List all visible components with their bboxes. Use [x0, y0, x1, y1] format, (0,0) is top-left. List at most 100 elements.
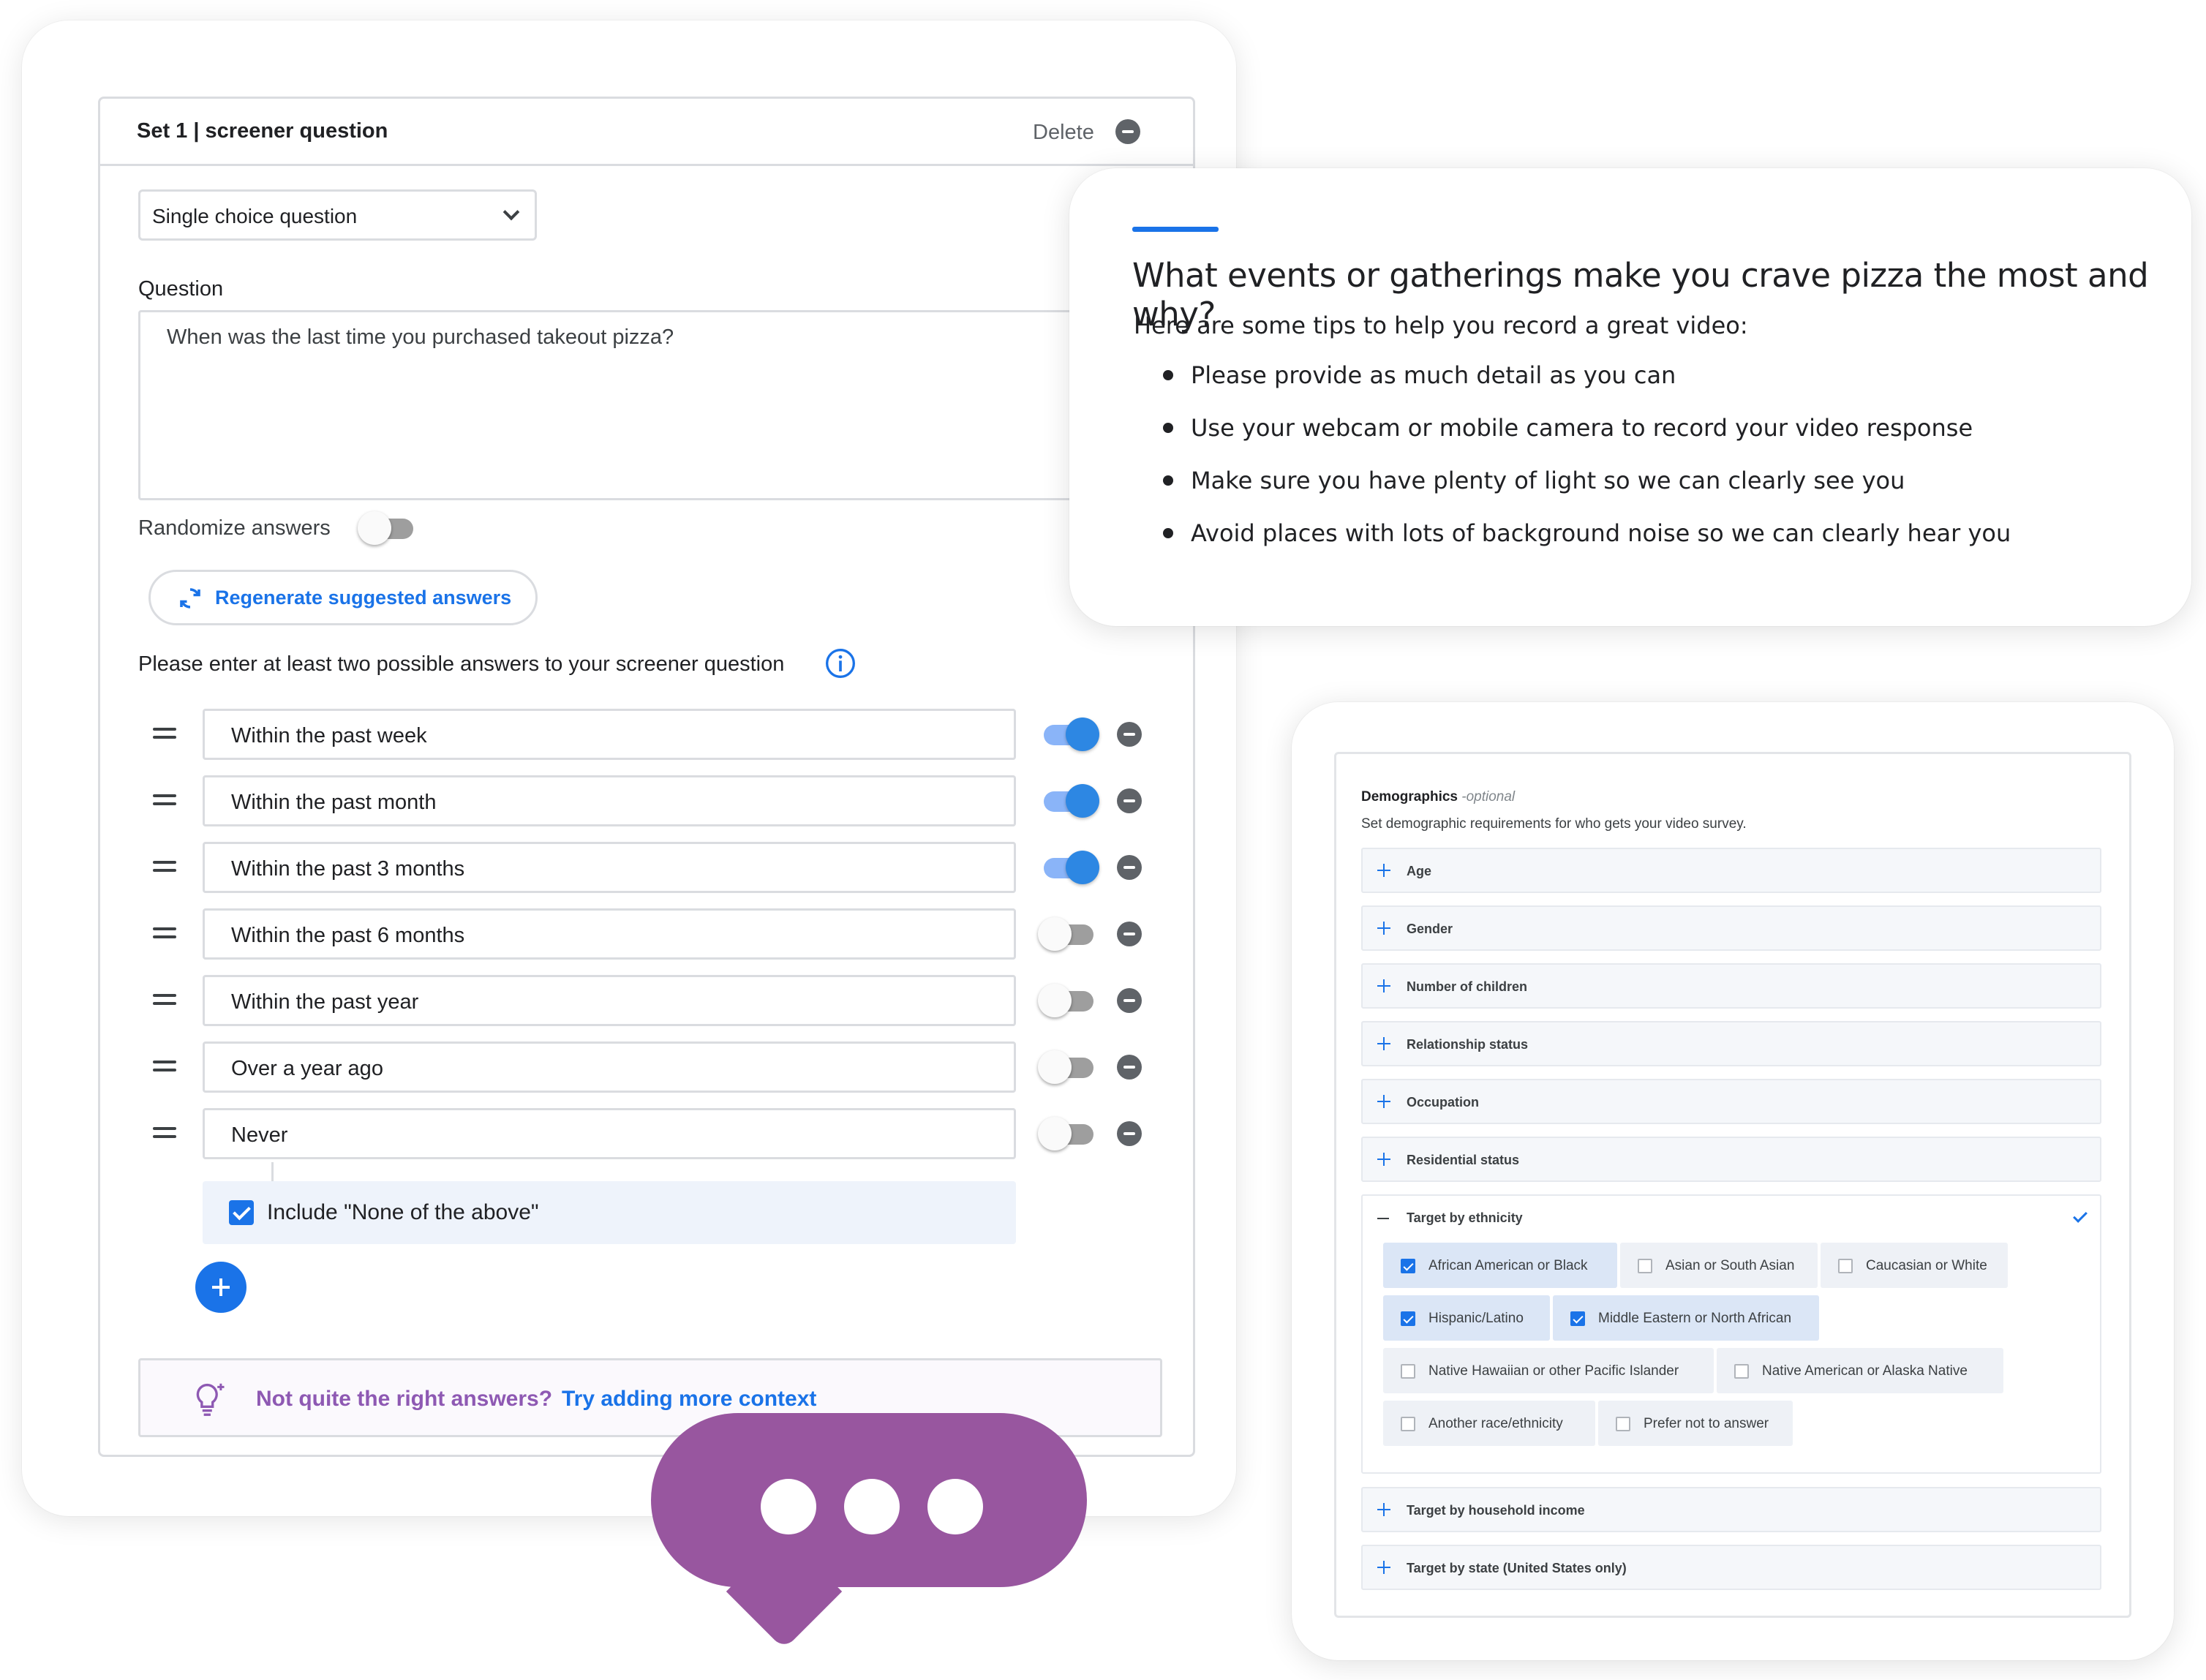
- drag-handle-icon[interactable]: [153, 1061, 176, 1072]
- screener-card: Set 1 | screener question Delete Single …: [22, 20, 1236, 1516]
- section-state[interactable]: Target by state (United States only): [1361, 1545, 2101, 1590]
- regenerate-answers-button[interactable]: Regenerate suggested answers: [148, 570, 538, 625]
- plus-icon: [1377, 864, 1390, 877]
- answer-toggle[interactable]: [1038, 1049, 1099, 1085]
- plus-icon: [1377, 1153, 1390, 1166]
- ethnicity-option[interactable]: Caucasian or White: [1821, 1243, 2008, 1288]
- section-label[interactable]: Target by ethnicity: [1407, 1210, 1523, 1226]
- ethnicity-option[interactable]: Native Hawaiian or other Pacific Islande…: [1383, 1348, 1714, 1393]
- option-label: Prefer not to answer: [1644, 1416, 1769, 1431]
- info-icon[interactable]: [824, 647, 857, 679]
- collapse-icon[interactable]: [1377, 1218, 1389, 1219]
- answers-instruction: Please enter at least two possible answe…: [138, 652, 785, 676]
- section-label: Target by state (United States only): [1407, 1561, 1627, 1575]
- option-checkbox[interactable]: [1734, 1364, 1749, 1379]
- demographics-subtitle: Set demographic requirements for who get…: [1361, 816, 1747, 832]
- typing-dot: [844, 1479, 900, 1534]
- ethnicity-option[interactable]: Native American or Alaska Native: [1717, 1348, 2003, 1393]
- remove-answer-icon[interactable]: [1117, 1055, 1142, 1080]
- option-checkbox[interactable]: [1401, 1417, 1415, 1431]
- remove-answer-icon[interactable]: [1117, 722, 1142, 747]
- section-number-of-children[interactable]: Number of children: [1361, 963, 2101, 1009]
- option-label: Native American or Alaska Native: [1762, 1363, 1968, 1379]
- answer-toggle[interactable]: [1038, 916, 1099, 952]
- answer-toggle[interactable]: [1038, 1115, 1099, 1152]
- randomize-toggle[interactable]: [358, 510, 419, 546]
- refresh-icon: [180, 588, 200, 609]
- drag-handle-icon[interactable]: [153, 728, 176, 739]
- demographics-panel: Demographics -optional Set demographic r…: [1334, 752, 2131, 1618]
- regenerate-label: Regenerate suggested answers: [215, 587, 512, 609]
- remove-answer-icon[interactable]: [1117, 922, 1142, 946]
- remove-answer-icon[interactable]: [1117, 1121, 1142, 1146]
- answer-input[interactable]: Never: [203, 1108, 1016, 1159]
- answer-toggle[interactable]: [1038, 783, 1099, 819]
- tip-item: Please provide as much detail as you can: [1191, 361, 1676, 389]
- drag-handle-icon[interactable]: [153, 794, 176, 806]
- answer-toggle[interactable]: [1038, 982, 1099, 1019]
- none-of-above-option[interactable]: Include "None of the above": [203, 1181, 1016, 1244]
- answer-toggle[interactable]: [1038, 716, 1099, 753]
- ethnicity-option[interactable]: African American or Black: [1383, 1243, 1617, 1288]
- answer-text: Never: [231, 1123, 288, 1147]
- answer-row: Within the past year: [100, 975, 1197, 1026]
- answer-input[interactable]: Within the past year: [203, 975, 1016, 1026]
- answer-text: Within the past 6 months: [231, 924, 465, 947]
- remove-answer-icon[interactable]: [1117, 988, 1142, 1013]
- lightbulb-icon: [196, 1383, 225, 1416]
- section-gender[interactable]: Gender: [1361, 905, 2101, 951]
- section-label: Age: [1407, 864, 1432, 878]
- answer-input[interactable]: Within the past 3 months: [203, 842, 1016, 893]
- plus-icon: [1377, 1095, 1390, 1108]
- section-label: Gender: [1407, 922, 1453, 936]
- none-of-above-checkbox[interactable]: [229, 1200, 254, 1225]
- add-context-link[interactable]: Try adding more context: [562, 1387, 816, 1412]
- drag-handle-icon[interactable]: [153, 861, 176, 873]
- option-checkbox[interactable]: [1638, 1259, 1652, 1273]
- add-answer-button[interactable]: [195, 1262, 246, 1313]
- speech-bubble-icon: [651, 1413, 1087, 1587]
- delete-set-icon[interactable]: [1115, 119, 1140, 144]
- set-header: Set 1 | screener question Delete: [100, 99, 1193, 166]
- remove-answer-icon[interactable]: [1117, 855, 1142, 880]
- ethnicity-option[interactable]: Prefer not to answer: [1598, 1401, 1793, 1446]
- answer-row: Within the past month: [100, 775, 1197, 826]
- option-checkbox[interactable]: [1616, 1417, 1630, 1431]
- answer-row: Within the past 3 months: [100, 842, 1197, 893]
- answer-text: Within the past week: [231, 724, 427, 747]
- option-label: Hispanic/Latino: [1428, 1311, 1524, 1326]
- tips-intro: Here are some tips to help you record a …: [1134, 312, 1748, 339]
- ethnicity-option[interactable]: Another race/ethnicity: [1383, 1401, 1595, 1446]
- option-label: African American or Black: [1428, 1258, 1588, 1273]
- answer-text: Within the past 3 months: [231, 857, 465, 881]
- option-checkbox[interactable]: [1838, 1259, 1853, 1273]
- remove-answer-icon[interactable]: [1117, 788, 1142, 813]
- drag-handle-icon[interactable]: [153, 994, 176, 1006]
- answer-toggle[interactable]: [1038, 849, 1099, 886]
- section-residential-status[interactable]: Residential status: [1361, 1137, 2101, 1182]
- answer-text: Over a year ago: [231, 1057, 383, 1080]
- section-household-income[interactable]: Target by household income: [1361, 1487, 2101, 1532]
- drag-handle-icon[interactable]: [153, 1127, 176, 1139]
- answer-input[interactable]: Within the past month: [203, 775, 1016, 826]
- option-label: Asian or South Asian: [1665, 1258, 1795, 1273]
- option-checkbox[interactable]: [1570, 1311, 1585, 1326]
- answer-input[interactable]: Within the past 6 months: [203, 908, 1016, 960]
- option-checkbox[interactable]: [1401, 1259, 1415, 1273]
- section-age[interactable]: Age: [1361, 848, 2101, 893]
- answer-text: Within the past month: [231, 791, 437, 814]
- answer-input[interactable]: Over a year ago: [203, 1041, 1016, 1093]
- accent-line: [1132, 227, 1219, 232]
- drag-handle-icon[interactable]: [153, 927, 176, 939]
- ethnicity-option[interactable]: Middle Eastern or North African: [1553, 1295, 1819, 1341]
- answer-input[interactable]: Within the past week: [203, 709, 1016, 760]
- plus-icon: [1377, 1037, 1390, 1050]
- option-checkbox[interactable]: [1401, 1311, 1415, 1326]
- delete-button[interactable]: Delete: [1033, 121, 1094, 145]
- option-checkbox[interactable]: [1401, 1364, 1415, 1379]
- ethnicity-option[interactable]: Hispanic/Latino: [1383, 1295, 1550, 1341]
- section-occupation[interactable]: Occupation: [1361, 1079, 2101, 1124]
- ethnicity-option[interactable]: Asian or South Asian: [1620, 1243, 1818, 1288]
- section-relationship-status[interactable]: Relationship status: [1361, 1021, 2101, 1066]
- question-type-select[interactable]: Single choice question: [138, 189, 537, 241]
